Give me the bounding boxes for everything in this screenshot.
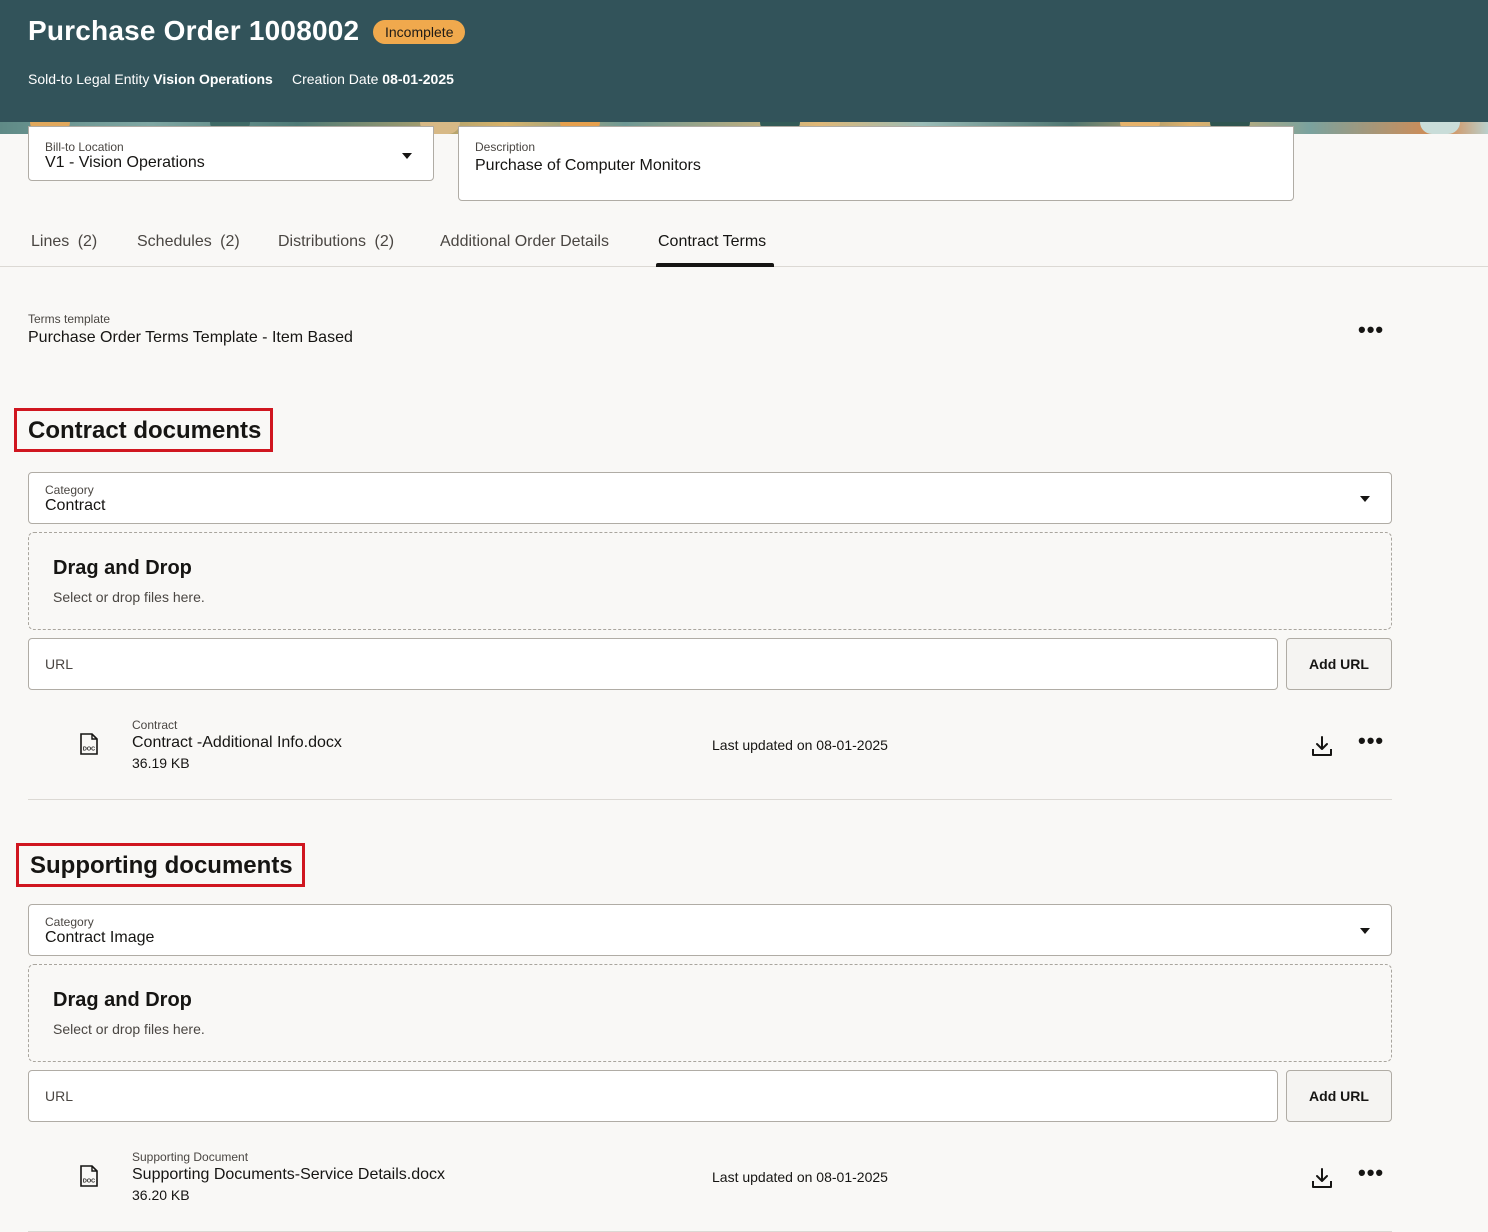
creation-date-label: Creation Date	[292, 71, 379, 87]
active-tab-indicator	[656, 263, 774, 267]
contract-category-label: Category	[45, 483, 94, 497]
contract-file-updated: Last updated on 08-01-2025	[712, 737, 888, 753]
supporting-category-label: Category	[45, 915, 94, 929]
bill-to-location-value: V1 - Vision Operations	[45, 154, 205, 171]
supporting-url-input[interactable]	[28, 1070, 1278, 1122]
supporting-file-category: Supporting Document	[132, 1150, 249, 1164]
contract-dropzone-title: Drag and Drop	[53, 557, 192, 579]
terms-template-value: Purchase Order Terms Template - Item Bas…	[28, 329, 353, 346]
download-icon[interactable]	[1310, 1166, 1334, 1190]
tab-distributions[interactable]: Distributions (2)	[278, 233, 394, 251]
supporting-category-value: Contract Image	[45, 929, 155, 946]
description-value: Purchase of Computer Monitors	[475, 157, 701, 174]
supporting-dropzone[interactable]: Drag and Drop Select or drop files here.	[28, 964, 1392, 1062]
tab-lines-label: Lines	[31, 233, 70, 250]
supporting-dropzone-subtitle: Select or drop files here.	[53, 1021, 205, 1037]
contract-url-input[interactable]	[28, 638, 1278, 690]
supporting-category-select[interactable]: Category Contract Image	[28, 904, 1392, 956]
terms-template-label: Terms template	[28, 312, 111, 326]
creation-date-value: 08-01-2025	[382, 71, 454, 87]
more-horizontal-icon[interactable]: •••	[1358, 319, 1384, 341]
tab-schedules-count: (2)	[220, 233, 240, 250]
tab-contract-terms-label: Contract Terms	[658, 233, 767, 250]
more-horizontal-icon[interactable]: •••	[1358, 730, 1384, 752]
supporting-file-size: 36.20 KB	[132, 1187, 190, 1203]
creation-date: Creation Date 08-01-2025	[292, 71, 454, 87]
contract-file-row: DOC Contract Contract -Additional Info.d…	[28, 708, 1392, 800]
page-header: Purchase Order 1008002 Incomplete Sold-t…	[0, 0, 1488, 122]
status-badge: Incomplete	[373, 20, 466, 44]
contract-dropzone-subtitle: Select or drop files here.	[53, 589, 205, 605]
page-title: Purchase Order 1008002	[28, 15, 360, 46]
doc-file-icon: DOC	[80, 733, 98, 755]
chevron-down-icon	[1360, 928, 1370, 934]
tab-distributions-count: (2)	[374, 233, 395, 250]
supporting-file-row: DOC Supporting Document Supporting Docum…	[28, 1140, 1392, 1232]
tab-schedules-label: Schedules	[137, 233, 212, 250]
bill-to-location-label: Bill-to Location	[45, 140, 124, 154]
supporting-file-updated: Last updated on 08-01-2025	[712, 1169, 888, 1185]
contract-file-size: 36.19 KB	[132, 755, 190, 771]
contract-dropzone[interactable]: Drag and Drop Select or drop files here.	[28, 532, 1392, 630]
contract-file-name[interactable]: Contract -Additional Info.docx	[132, 734, 342, 752]
contract-category-value: Contract	[45, 497, 106, 514]
contract-category-select[interactable]: Category Contract	[28, 472, 1392, 524]
contract-documents-heading: Contract documents	[14, 408, 274, 452]
bill-to-location-select[interactable]: Bill-to Location V1 - Vision Operations	[28, 126, 434, 181]
tab-distributions-label: Distributions	[278, 233, 367, 250]
contract-file-category: Contract	[132, 718, 178, 732]
download-icon[interactable]	[1310, 734, 1334, 758]
tab-lines[interactable]: Lines (2)	[31, 233, 97, 251]
sold-to-legal-entity: Sold-to Legal Entity Vision Operations	[28, 71, 273, 87]
sold-to-label: Sold-to Legal Entity	[28, 71, 150, 87]
tab-additional-order-details[interactable]: Additional Order Details	[440, 233, 609, 251]
supporting-documents-heading: Supporting documents	[16, 843, 305, 887]
tab-schedules[interactable]: Schedules (2)	[137, 233, 240, 251]
svg-text:DOC: DOC	[83, 1179, 95, 1185]
supporting-file-name[interactable]: Supporting Documents-Service Details.doc…	[132, 1166, 445, 1184]
more-horizontal-icon[interactable]: •••	[1358, 1162, 1384, 1184]
supporting-add-url-button[interactable]: Add URL	[1286, 1070, 1392, 1122]
tab-additional-order-details-label: Additional Order Details	[440, 233, 609, 250]
doc-file-icon: DOC	[80, 1165, 98, 1187]
chevron-down-icon	[1360, 496, 1370, 502]
sold-to-value: Vision Operations	[153, 71, 273, 87]
description-field[interactable]: Description Purchase of Computer Monitor…	[458, 126, 1294, 201]
supporting-dropzone-title: Drag and Drop	[53, 989, 192, 1011]
description-label: Description	[475, 140, 536, 154]
chevron-down-icon	[402, 153, 412, 159]
tab-lines-count: (2)	[77, 233, 98, 250]
tab-contract-terms[interactable]: Contract Terms	[658, 233, 766, 251]
tab-bar: Lines (2) Schedules (2) Distributions (2…	[0, 226, 1488, 267]
contract-add-url-button[interactable]: Add URL	[1286, 638, 1392, 690]
svg-text:DOC: DOC	[83, 747, 95, 753]
